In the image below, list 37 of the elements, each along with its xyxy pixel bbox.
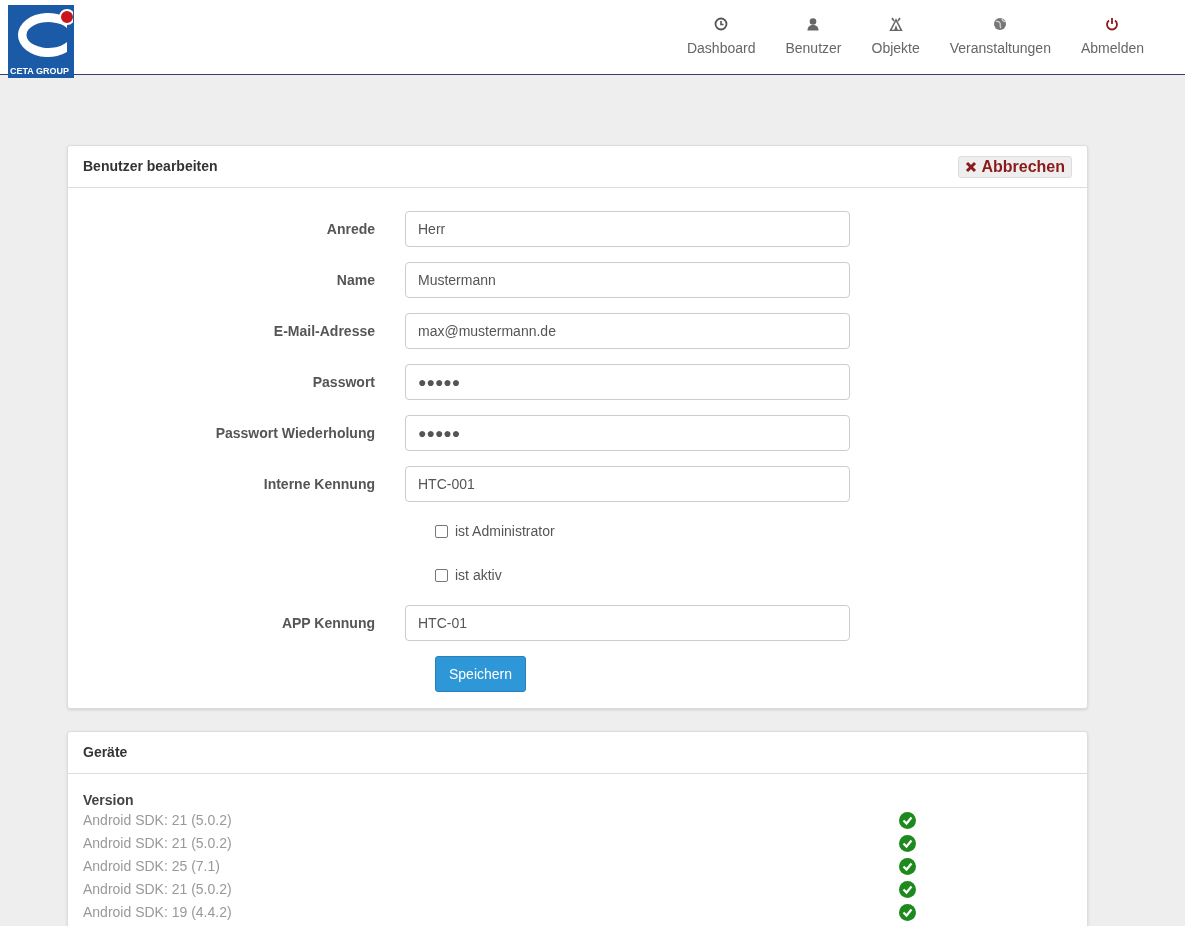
field-label: Anrede: [325, 219, 376, 239]
clock-icon: [714, 17, 729, 31]
panel-title: Geräte: [83, 743, 128, 762]
tent-icon: [888, 17, 903, 31]
field-label: Name: [335, 270, 376, 290]
text-field[interactable]: ●●●●●: [405, 364, 850, 400]
version-text: Android SDK: 19 (4.4.2): [83, 904, 232, 920]
nav-link[interactable]: Dashboard: [671, 17, 771, 59]
field-label: Passwort Wiederholung: [214, 423, 376, 443]
cancel-button[interactable]: Abbrechen: [958, 155, 1072, 178]
checkbox-option[interactable]: ist Administrator: [435, 521, 555, 542]
text-field[interactable]: HTC-01: [405, 605, 850, 641]
nav-link[interactable]: Benutzer: [770, 17, 857, 59]
globe-icon: [993, 17, 1008, 31]
version-text: Android SDK: 21 (5.0.2): [83, 881, 232, 897]
text-field[interactable]: HTC-001: [405, 466, 850, 502]
text-field[interactable]: Herr: [405, 211, 850, 247]
field-label: APP Kennung: [280, 613, 376, 633]
text-field[interactable]: ●●●●●: [405, 415, 850, 451]
field-label: Passwort: [311, 372, 376, 392]
column-header: Version: [83, 792, 134, 809]
checkbox-option[interactable]: ist aktiv: [435, 565, 502, 586]
logo-text: CETA GROUP: [9, 65, 70, 78]
nav-link[interactable]: Abmelden: [1065, 17, 1159, 59]
version-text: Android SDK: 25 (7.1): [83, 858, 220, 874]
nav-link[interactable]: Objekte: [856, 17, 935, 59]
version-text: Android SDK: 21 (5.0.2): [83, 835, 232, 851]
user-icon: [806, 17, 821, 31]
power-icon: [1105, 17, 1120, 31]
version-text: Android SDK: 21 (5.0.2): [83, 812, 232, 828]
panel-title: Benutzer bearbeiten: [83, 157, 218, 176]
field-label: E-Mail-Adresse: [272, 321, 376, 341]
field-label: Interne Kennung: [262, 474, 376, 494]
close-icon: [965, 160, 978, 173]
nav-link[interactable]: Veranstaltungen: [934, 17, 1066, 59]
text-field[interactable]: Mustermann: [405, 262, 850, 298]
text-field[interactable]: max@mustermann.de: [405, 313, 850, 349]
